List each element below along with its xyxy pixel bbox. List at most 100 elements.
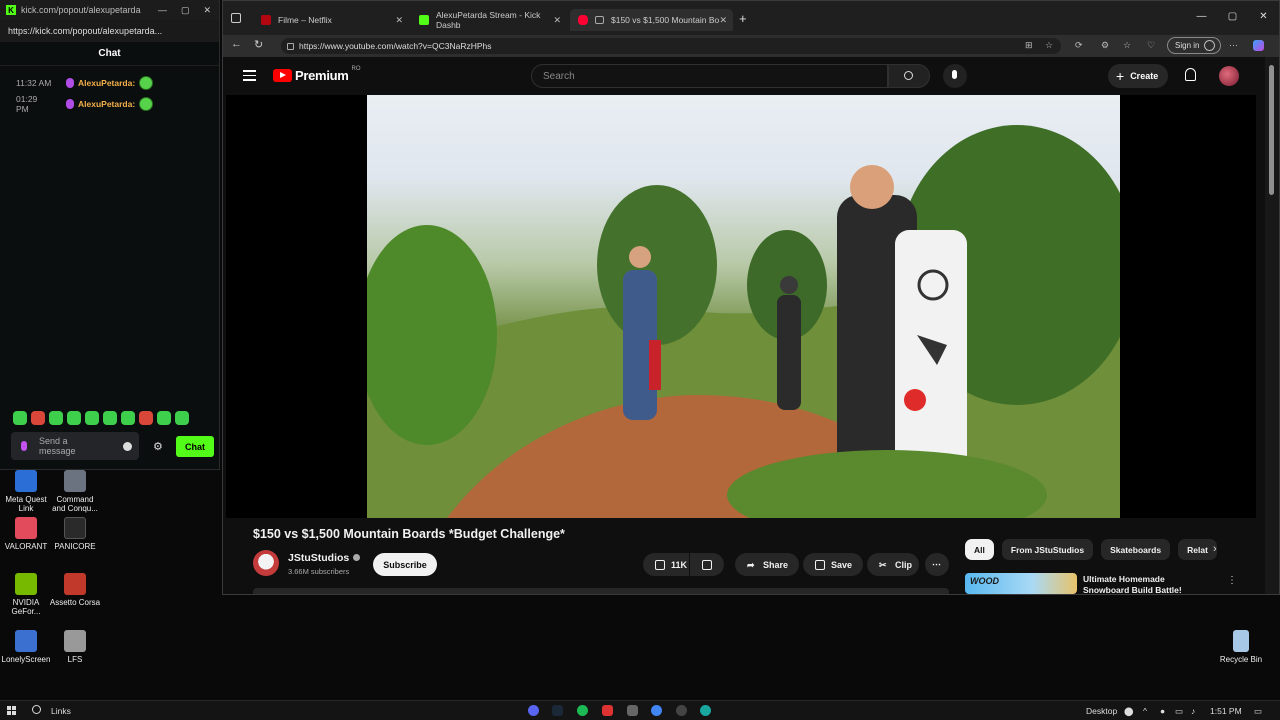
channel-name[interactable]: JStuStudios	[288, 552, 361, 564]
send-message-input[interactable]: Send a message	[11, 432, 139, 460]
volume-icon[interactable]: ♪	[1191, 706, 1195, 716]
emote-icon[interactable]	[139, 411, 153, 425]
emote-icon[interactable]	[85, 411, 99, 425]
windows-start-icon[interactable]	[7, 706, 17, 716]
description-panel[interactable]	[253, 588, 949, 594]
chat-send-button[interactable]: Chat	[176, 436, 214, 457]
video-frame[interactable]	[367, 95, 1120, 518]
chevron-right-icon[interactable]: ›	[1213, 543, 1217, 555]
discord-icon[interactable]	[528, 705, 539, 716]
chip-skateboards[interactable]: Skateboards	[1101, 539, 1171, 560]
desktop-icon-recycle-bin[interactable]: Recycle Bin	[1215, 630, 1267, 664]
clip-button[interactable]: ✂ Clip	[867, 553, 919, 576]
app-available-icon[interactable]: ⊞	[1025, 40, 1033, 51]
emote-icon[interactable]	[31, 411, 45, 425]
notification-icon[interactable]: ▭	[1254, 706, 1262, 717]
video-player[interactable]	[226, 95, 1256, 518]
desktop-icon-command-and-conquer[interactable]: Command and Conqu...	[49, 470, 101, 513]
search-input[interactable]: Search	[531, 64, 888, 88]
subscribe-button[interactable]: Subscribe	[373, 553, 437, 576]
channel-avatar[interactable]	[253, 550, 279, 576]
video-thumbnail[interactable]: WOOD	[965, 573, 1077, 594]
address-bar[interactable]: https://www.youtube.com/watch?v=QC3NaRzH…	[281, 38, 1061, 54]
app-icon[interactable]	[676, 705, 687, 716]
copilot-icon[interactable]	[1253, 40, 1264, 51]
favorites-icon[interactable]: ☆	[1123, 40, 1131, 51]
minimize-icon[interactable]: —	[158, 5, 167, 16]
voice-search-button[interactable]	[943, 64, 967, 88]
refresh-extension-icon[interactable]: ⟳	[1075, 40, 1083, 51]
app-icon[interactable]	[602, 705, 613, 716]
sign-in-button[interactable]: Sign in	[1167, 37, 1221, 54]
refresh-icon[interactable]: ↻	[254, 38, 263, 51]
emote-icon[interactable]	[13, 411, 27, 425]
desktop-icon-meta-quest-link[interactable]: Meta Quest Link	[0, 470, 52, 513]
tray-app-icon[interactable]: ⬤	[1124, 706, 1134, 717]
chip-related[interactable]: Relat	[1178, 539, 1217, 560]
search-button[interactable]	[888, 64, 930, 88]
more-icon[interactable]: ⋯	[1229, 40, 1238, 51]
emote-icon[interactable]	[121, 411, 135, 425]
youtube-logo[interactable]: Premium RO	[273, 66, 361, 83]
chrome-icon[interactable]	[651, 705, 662, 716]
emoji-icon[interactable]	[123, 441, 132, 451]
more-vertical-icon[interactable]: ⋮	[1227, 575, 1237, 586]
emote-icon[interactable]	[67, 411, 81, 425]
tab-kick-dashboard[interactable]: AlexuPetarda Stream - Kick Dashb ✕	[411, 9, 567, 31]
search-icon[interactable]	[32, 705, 41, 714]
close-icon[interactable]: ✕	[1248, 11, 1279, 22]
chip-all[interactable]: All	[965, 539, 994, 560]
close-icon[interactable]: ✕	[203, 5, 211, 16]
recommended-video[interactable]: WOOD Ultimate Homemade Snowboard Build B…	[965, 573, 1237, 594]
emote-icon[interactable]	[103, 411, 117, 425]
clock[interactable]: 1:51 PM	[1210, 706, 1242, 716]
close-tab-icon[interactable]: ✕	[395, 15, 403, 26]
maximize-icon[interactable]: ▢	[1217, 11, 1248, 22]
tab-netflix[interactable]: Filme – Netflix ✕	[253, 9, 409, 31]
tab-actions-icon[interactable]	[231, 13, 241, 23]
tab-youtube-video[interactable]: $150 vs $1,500 Mountain Bo ✕	[570, 9, 733, 31]
new-tab-icon[interactable]: +	[739, 11, 747, 26]
desktop-icon-lfs[interactable]: LFS	[49, 630, 101, 664]
edge-icon[interactable]	[700, 705, 711, 716]
scrollbar[interactable]	[1265, 57, 1279, 594]
message-username[interactable]: AlexuPetarda:	[78, 99, 135, 109]
desktop-icon-valorant[interactable]: VALORANT	[0, 517, 52, 551]
desktop-icon-panicore[interactable]: PANICORE	[49, 517, 101, 551]
desktop-icon-lonelyscreen[interactable]: LonelyScreen	[0, 630, 52, 664]
steam-icon[interactable]	[552, 705, 563, 716]
avatar[interactable]	[1219, 66, 1239, 86]
minimize-icon[interactable]: —	[1186, 11, 1217, 22]
close-tab-icon[interactable]: ✕	[719, 15, 727, 26]
desktop-toolbar[interactable]: Desktop	[1086, 706, 1117, 716]
desktop-icon-assetto-corsa[interactable]: Assetto Corsa	[49, 573, 101, 607]
calculator-icon[interactable]	[627, 705, 638, 716]
like-button[interactable]: 11K	[643, 553, 689, 576]
kick-address-bar[interactable]: https://kick.com/popout/alexupetarda...	[0, 20, 219, 42]
chip-from-channel[interactable]: From JStuStudios	[1001, 539, 1094, 560]
emote-icon[interactable]	[175, 411, 189, 425]
menu-icon[interactable]	[243, 70, 256, 84]
gear-icon[interactable]: ⚙	[153, 440, 163, 453]
emote-icon[interactable]	[157, 411, 171, 425]
bell-icon[interactable]	[1185, 68, 1196, 81]
save-button[interactable]: Save	[803, 553, 863, 576]
emote-icon[interactable]	[49, 411, 63, 425]
extensions-icon[interactable]: ⚙	[1101, 40, 1109, 51]
message-username[interactable]: AlexuPetarda:	[78, 78, 135, 88]
links-toolbar[interactable]: Links	[51, 706, 71, 716]
dislike-button[interactable]	[690, 553, 724, 576]
more-actions-button[interactable]: ⋯	[925, 553, 949, 576]
mic-icon[interactable]: ●	[1160, 706, 1165, 716]
favorite-icon[interactable]: ☆	[1045, 40, 1053, 51]
share-button[interactable]: ➦ Share	[735, 553, 799, 576]
close-tab-icon[interactable]: ✕	[553, 15, 561, 26]
chevron-up-icon[interactable]: ^	[1143, 706, 1147, 716]
back-icon[interactable]: ←	[231, 38, 242, 50]
desktop-icon-nvidia-geforce[interactable]: NVIDIA GeFor...	[0, 573, 52, 616]
audio-playing-icon[interactable]	[595, 16, 604, 24]
spotify-icon[interactable]	[577, 705, 588, 716]
heart-icon[interactable]: ♡	[1147, 40, 1155, 51]
create-button[interactable]: + Create	[1108, 64, 1168, 88]
maximize-icon[interactable]: ▢	[181, 5, 190, 16]
